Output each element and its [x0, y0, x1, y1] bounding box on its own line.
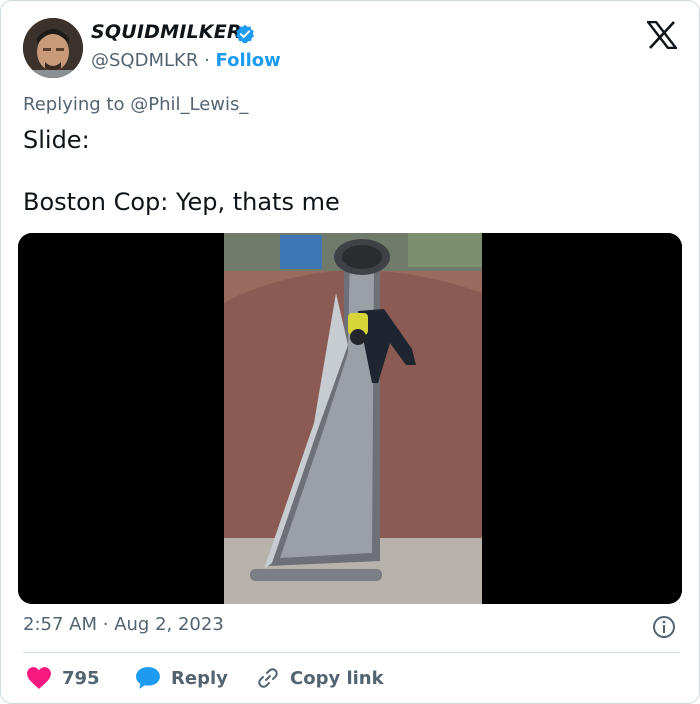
follow-button[interactable]: Follow: [216, 50, 281, 71]
link-icon: [258, 668, 278, 688]
handle-separator: ·: [204, 50, 210, 71]
reply-bubble-icon: [136, 667, 160, 689]
tweet-text: Slide: Boston Cop: Yep, thats me: [23, 126, 340, 216]
info-icon[interactable]: [652, 615, 676, 639]
replying-to-label: Replying to: [23, 94, 125, 115]
avatar[interactable]: [23, 18, 83, 78]
reply-mention-link[interactable]: @Phil_Lewis_: [130, 94, 248, 115]
avatar-image: [23, 18, 83, 78]
author-handle[interactable]: @SQDMLKR: [91, 50, 198, 71]
divider: [23, 652, 680, 653]
heart-icon: [27, 667, 51, 689]
embedded-video[interactable]: [18, 233, 682, 604]
tweet-time: 2:57 AM: [23, 614, 97, 635]
like-button[interactable]: 795: [26, 665, 100, 691]
handle-row: @SQDMLKR · Follow: [91, 50, 281, 71]
x-logo-icon[interactable]: [647, 21, 677, 49]
tweet-date: Aug 2, 2023: [114, 614, 224, 635]
replying-to: Replying to @Phil_Lewis_: [23, 94, 248, 115]
timestamp-separator: ·: [102, 614, 109, 635]
like-count: 795: [62, 667, 100, 689]
copy-link-button[interactable]: Copy link: [256, 665, 384, 691]
verified-badge-icon: [235, 24, 255, 44]
copy-link-label: Copy link: [290, 667, 384, 689]
video-thumbnail: [18, 233, 682, 604]
tweet-timestamp[interactable]: 2:57 AM · Aug 2, 2023: [23, 614, 224, 635]
tweet-card: SQUIDMILKER @SQDMLKR · Follow Replying t…: [0, 0, 700, 704]
reply-label: Reply: [171, 667, 228, 689]
author-name[interactable]: SQUIDMILKER: [91, 21, 242, 43]
reply-button[interactable]: Reply: [135, 665, 228, 691]
